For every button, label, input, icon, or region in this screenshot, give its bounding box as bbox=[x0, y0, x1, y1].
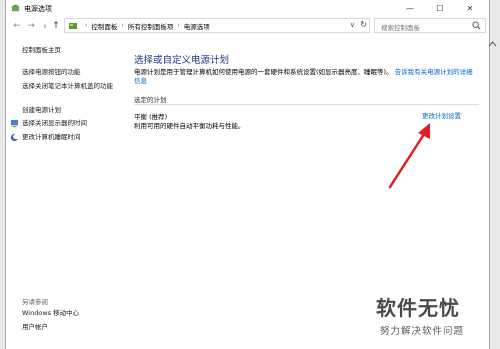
sidebar-item-create-plan[interactable]: 创建电源计划 bbox=[22, 106, 61, 115]
address-dropdown-icon[interactable]: ∨ bbox=[350, 21, 355, 29]
breadcrumb-separator: › bbox=[121, 22, 124, 29]
back-arrow-icon[interactable]: ← bbox=[11, 19, 23, 33]
page-description: 电源计划是用于管理计算机如何使用电源的一套硬件和系统设置(如显示器亮度、睡眠等)… bbox=[134, 68, 479, 86]
watermark-title: 软件无忧 bbox=[376, 296, 460, 320]
breadcrumb-all-items[interactable]: 所有控制面板项 bbox=[128, 21, 174, 31]
scroll-up-icon[interactable] bbox=[485, 35, 500, 55]
search-icon[interactable] bbox=[472, 21, 481, 30]
minimize-button[interactable]: — bbox=[395, 0, 425, 17]
page-title: 选择或自定义电源计划 bbox=[134, 55, 230, 66]
see-also-heading: 另请参阅 bbox=[22, 298, 48, 306]
sidebar-item-lid-close[interactable]: 选择关闭笔记本计算机盖的功能 bbox=[22, 82, 120, 91]
watermark-subtitle: 努力解决软件问题 bbox=[380, 326, 465, 337]
sidebar-item-display-off[interactable]: 选择关闭显示器的时间 bbox=[22, 119, 87, 128]
plan-description: 利用可用的硬件自动平衡功耗与性能。 bbox=[134, 122, 245, 130]
refresh-icon[interactable]: ↻ bbox=[360, 20, 367, 29]
breadcrumb-control-panel[interactable]: 控制面板 bbox=[91, 21, 117, 31]
breadcrumb-separator: › bbox=[85, 22, 88, 29]
sidebar-item-mobility-center[interactable]: Windows 移动中心 bbox=[22, 309, 79, 318]
close-button[interactable]: ✕ bbox=[455, 0, 485, 17]
search-placeholder: 搜索控制面板 bbox=[381, 24, 420, 32]
sidebar: 控制面板主页 选择电源按钮的功能 选择关闭笔记本计算机盖的功能 创建电源计划 选… bbox=[6, 35, 124, 349]
sleep-moon-icon bbox=[10, 133, 19, 142]
forward-arrow-icon[interactable]: → bbox=[25, 19, 37, 33]
title-bar: 电源选项 — ☐ ✕ bbox=[6, 0, 489, 17]
up-arrow-icon[interactable]: ↑ bbox=[50, 19, 62, 33]
sidebar-home-link[interactable]: 控制面板主页 bbox=[22, 46, 61, 55]
power-options-icon bbox=[11, 4, 20, 12]
sidebar-item-sleep-time[interactable]: 更改计算机睡眠时间 bbox=[22, 133, 81, 142]
sidebar-item-power-button[interactable]: 选择电源按钮的功能 bbox=[22, 68, 81, 77]
search-box[interactable]: 搜索控制面板 bbox=[374, 18, 486, 33]
description-text: 电源计划是用于管理计算机如何使用电源的一套硬件和系统设置(如显示器亮度、睡眠等)… bbox=[134, 68, 393, 76]
breadcrumb-power-options[interactable]: 电源选项 bbox=[184, 21, 210, 31]
display-icon bbox=[10, 119, 19, 128]
red-arrow-annotation-icon bbox=[388, 123, 430, 189]
navigation-bar: ← → ∨ ↑ › 控制面板 › 所有控制面板项 › 电源选项 ∨ ↻ 搜索控制… bbox=[6, 17, 489, 35]
sidebar-item-user-accounts[interactable]: 用户帐户 bbox=[22, 323, 48, 332]
watermark: 软件无忧 努力解决软件问题 bbox=[366, 292, 496, 342]
address-bar[interactable]: › 控制面板 › 所有控制面板项 › 电源选项 ∨ ↻ bbox=[64, 18, 370, 33]
selected-plan-label: 选定的计划 bbox=[134, 96, 167, 104]
window-title: 电源选项 bbox=[24, 5, 52, 13]
control-panel-icon bbox=[69, 22, 77, 29]
breadcrumb-separator: › bbox=[177, 22, 180, 29]
divider bbox=[134, 104, 479, 105]
maximize-button[interactable]: ☐ bbox=[425, 0, 455, 17]
